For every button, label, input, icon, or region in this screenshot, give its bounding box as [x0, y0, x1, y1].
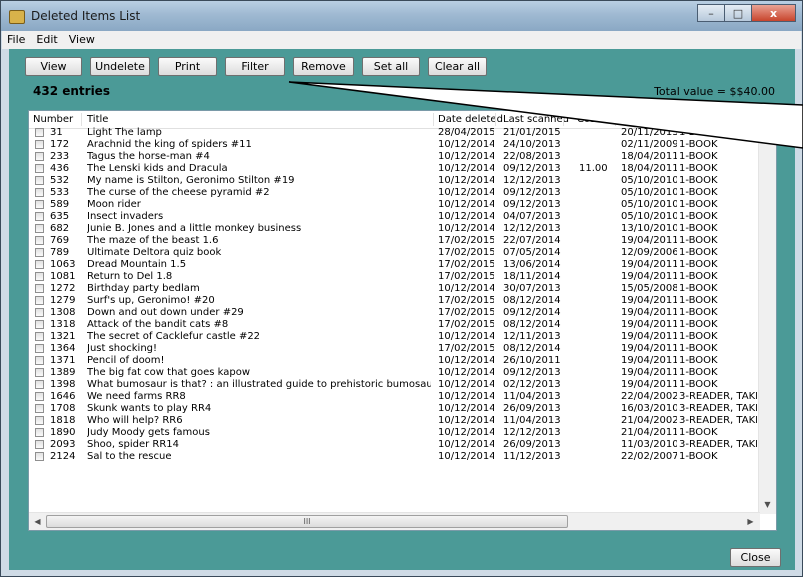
callout-pointer [288, 81, 803, 149]
callout-shape [288, 81, 803, 149]
